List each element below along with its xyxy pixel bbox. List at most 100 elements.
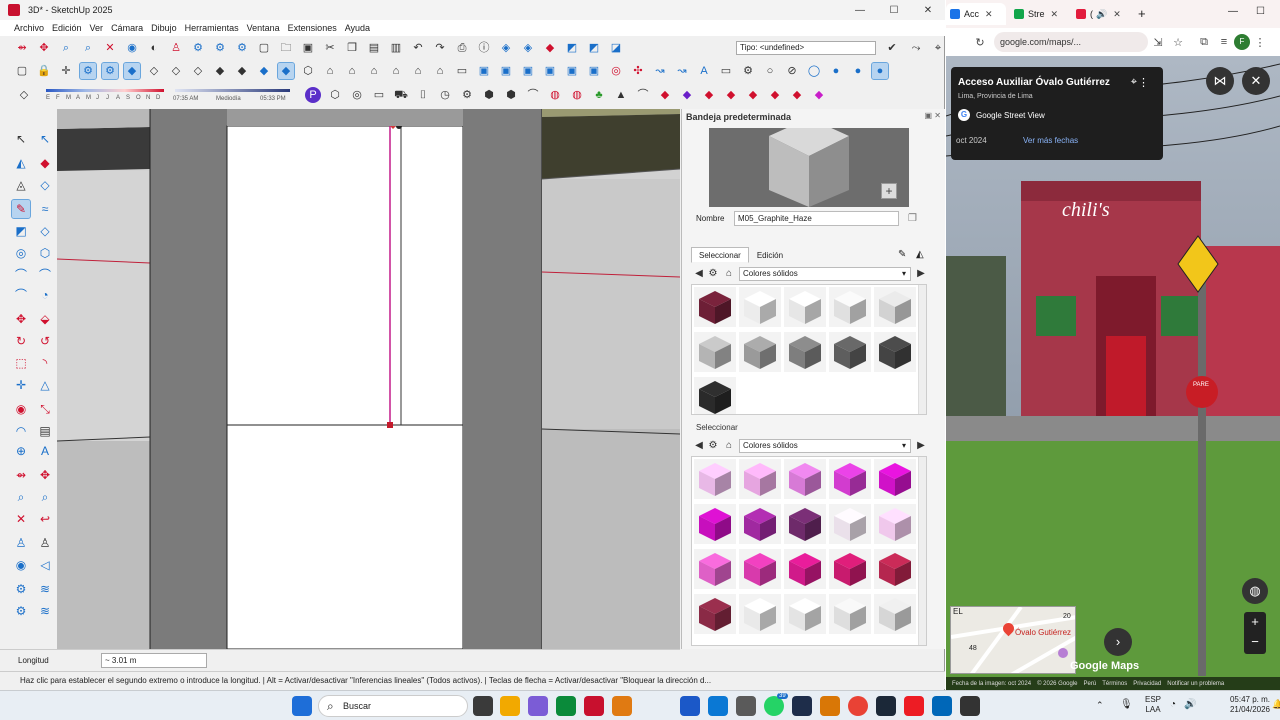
solid-box-icon[interactable]: ⬢ xyxy=(481,87,497,103)
settings-wheel-icon[interactable]: ⚙ xyxy=(459,87,475,103)
menu-herramientas[interactable]: Herramientas xyxy=(185,23,239,33)
tape-measure-icon[interactable]: ◉ xyxy=(12,400,30,418)
material-swatch[interactable] xyxy=(694,377,736,414)
shadows-toggle-icon[interactable]: ◇ xyxy=(16,87,32,103)
lock-icon[interactable]: 🔒 xyxy=(36,63,52,79)
zoom-out-icon[interactable]: − xyxy=(1244,632,1266,652)
monochrome-icon[interactable]: ◆ xyxy=(277,62,295,80)
text-label-icon[interactable]: ▤ xyxy=(36,422,54,440)
profile-avatar[interactable]: F xyxy=(1234,34,1250,50)
material-swatch[interactable] xyxy=(784,459,826,499)
material-swatch[interactable] xyxy=(874,504,916,544)
chrome-icon[interactable] xyxy=(848,696,868,716)
extension-tool-icon[interactable]: ⚙ xyxy=(12,602,30,620)
swatch-scrollbar-1[interactable] xyxy=(918,285,926,414)
solid-union-icon[interactable]: ▣ xyxy=(476,63,492,79)
fredo-icon-5[interactable]: ◆ xyxy=(745,87,761,103)
clock[interactable]: 05:47 p. m. 21/04/2026 xyxy=(1200,695,1270,715)
shaded-icon[interactable]: ◆ xyxy=(234,63,250,79)
walk-person-icon[interactable]: ♙ xyxy=(168,40,184,56)
lasso-icon[interactable]: ↖ xyxy=(36,130,54,148)
freehand-icon[interactable]: ≈ xyxy=(36,200,54,218)
no-icon[interactable]: ⊘ xyxy=(784,63,800,79)
rectangle-icon[interactable]: ◩ xyxy=(12,222,30,240)
sandbox-tool-icon[interactable]: ≋ xyxy=(36,580,54,598)
layout-send-icon[interactable]: ◩ xyxy=(564,40,580,56)
box-icon[interactable]: ⬡ xyxy=(327,87,343,103)
rotate-icon[interactable]: ↻ xyxy=(12,332,30,350)
file-explorer-icon[interactable] xyxy=(500,696,520,716)
xray-icon[interactable]: ◇ xyxy=(146,63,162,79)
minimap[interactable]: Óvalo Gutiérrez EL 20 48 xyxy=(950,606,1076,674)
warehouse-tool-icon[interactable]: ⚙ xyxy=(12,580,30,598)
wifi-icon[interactable]: ◔ xyxy=(1170,699,1176,710)
bevel-icon[interactable]: ▲ xyxy=(613,87,629,103)
zoom-window-icon[interactable]: ⌕ xyxy=(80,40,96,56)
profile-builder-icon[interactable]: P xyxy=(305,87,321,103)
pie-icon[interactable]: ◔ xyxy=(36,286,54,304)
library-select-1[interactable]: Colores sólidos xyxy=(739,267,911,281)
walk-icon[interactable]: ✥ xyxy=(36,40,52,56)
look-around-icon[interactable]: ◉ xyxy=(12,556,30,574)
cut-icon[interactable]: ✂ xyxy=(322,40,338,56)
print-icon[interactable]: ⎙ xyxy=(454,40,470,56)
redo-icon[interactable]: ↷ xyxy=(432,40,448,56)
create-material-button[interactable]: + xyxy=(881,183,897,199)
polygon-icon[interactable]: ⬡ xyxy=(36,244,54,262)
copy-icon[interactable]: ❐ xyxy=(344,40,360,56)
new-tab-icon[interactable]: + xyxy=(1138,6,1146,21)
car-icon[interactable]: ⛟ xyxy=(393,87,409,103)
close-tab-icon[interactable]: ✕ xyxy=(1051,9,1059,20)
taskbar-search[interactable]: Buscar xyxy=(318,695,468,717)
tab-youtube[interactable]: ( 🔊 ✕ xyxy=(1072,3,1136,25)
timer-icon[interactable]: ◷ xyxy=(437,87,453,103)
library-select-2[interactable]: Colores sólidos xyxy=(739,439,911,453)
drop-filled-icon[interactable]: ● xyxy=(828,63,844,79)
paste-icon[interactable]: ▤ xyxy=(366,40,382,56)
fredo-icon-8[interactable]: ◆ xyxy=(811,87,827,103)
material-swatch[interactable] xyxy=(829,287,871,327)
solid-trim-icon[interactable]: ▣ xyxy=(542,63,558,79)
iso-view-icon[interactable]: ⚙ xyxy=(79,62,97,80)
camera-target-icon[interactable]: ◎ xyxy=(349,87,365,103)
tree-icon[interactable]: ♣ xyxy=(591,87,607,103)
outlook-icon[interactable] xyxy=(680,696,700,716)
sandbox-icon[interactable]: ◎ xyxy=(608,63,624,79)
new-document-icon[interactable]: ▢ xyxy=(14,63,30,79)
material-swatch[interactable] xyxy=(829,594,871,634)
material-swatch[interactable] xyxy=(694,459,736,499)
tab-seleccionar[interactable]: Seleccionar xyxy=(691,247,749,263)
acrobat-icon[interactable] xyxy=(904,696,924,716)
duplicate-icon[interactable]: ❐ xyxy=(908,213,917,224)
line-pencil-icon[interactable]: ✎ xyxy=(11,199,31,219)
erase-icon[interactable]: ▥ xyxy=(388,40,404,56)
orbit-icon[interactable]: ✛ xyxy=(58,63,74,79)
location-pin-icon[interactable]: ⌖ xyxy=(930,40,946,56)
parallel-projection-icon[interactable]: ▭ xyxy=(454,63,470,79)
details-arrow2-icon[interactable]: ▶ xyxy=(915,440,927,452)
task-view-icon[interactable] xyxy=(473,696,493,716)
triangle-icon[interactable]: △ xyxy=(36,376,54,394)
close-tab-icon[interactable]: ✕ xyxy=(985,9,993,20)
move-icon[interactable]: ✥ xyxy=(12,310,30,328)
tab-stream[interactable]: Stre ✕ xyxy=(1010,3,1070,25)
material-swatch[interactable] xyxy=(694,332,736,372)
menu-ver[interactable]: Ver xyxy=(90,23,104,33)
tag-tool-icon[interactable]: ⤳ xyxy=(908,40,924,56)
tray-chevron-icon[interactable]: ⌃ xyxy=(1096,700,1104,711)
solid-subtract-icon[interactable]: ▣ xyxy=(498,63,514,79)
fredo-icon-1[interactable]: ◆ xyxy=(657,87,673,103)
text-icon[interactable]: A xyxy=(696,63,712,79)
model-info-icon[interactable]: ⓘ xyxy=(476,40,492,56)
measure-input[interactable]: ~ 3.01 m xyxy=(101,653,207,668)
house-back-icon[interactable]: ⌂ xyxy=(366,63,382,79)
app-icon-recording[interactable] xyxy=(960,696,980,716)
compass-icon[interactable]: ◍ xyxy=(1242,578,1268,604)
forward-arrow2-icon[interactable]: ⚙ xyxy=(707,440,719,452)
material-name-field[interactable]: M05_Graphite_Haze xyxy=(734,211,899,226)
whatsapp-icon[interactable] xyxy=(764,696,784,716)
eyedropper-icon[interactable]: ✎ xyxy=(898,249,906,260)
tray-pin-icon[interactable]: ▣ ✕ xyxy=(925,111,941,120)
offset-icon[interactable]: ◝ xyxy=(36,354,54,372)
select-arrow-icon[interactable]: ↖ xyxy=(12,130,30,148)
